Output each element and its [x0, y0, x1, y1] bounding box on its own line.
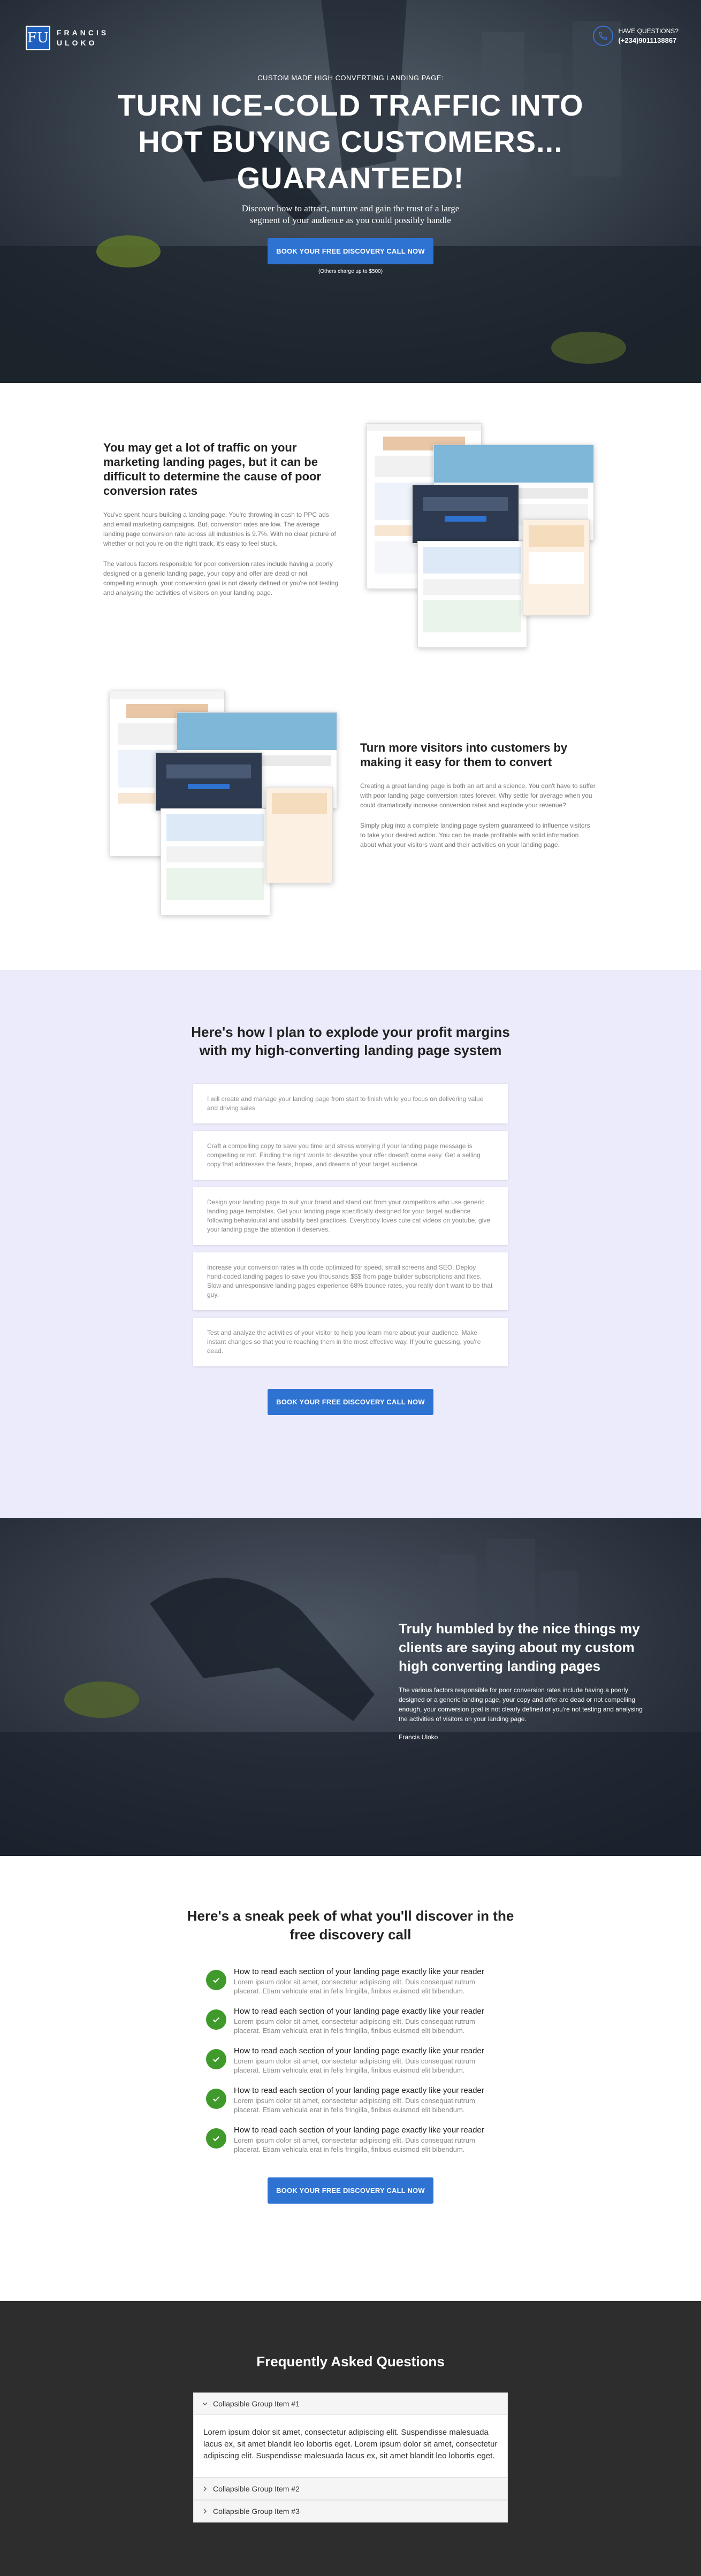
phone-icon	[592, 26, 613, 46]
faq-accordion: Collapsible Group Item #1 Lorem ipsum do…	[193, 2392, 508, 2523]
faq-item-3-header[interactable]: Collapsible Group Item #3	[193, 2500, 508, 2523]
feature-problem-p1: You've spent hours building a landing pa…	[103, 511, 336, 547]
check-icon	[206, 1970, 226, 1990]
hero-price-note: (Others charge up to $500)	[318, 269, 383, 274]
plan-card: I will create and manage your landing pa…	[193, 1084, 508, 1123]
testimonial-block: Truly humbled by the nice things my clie…	[399, 1619, 645, 1741]
hero-kicker: CUSTOM MADE HIGH CONVERTING LANDING PAGE…	[257, 74, 444, 82]
check-icon	[206, 2128, 226, 2149]
feature-problem-title: You may get a lot of traffic on your mar…	[103, 441, 322, 498]
list-item-desc: Lorem ipsum dolor sit amet, consectetur …	[234, 2057, 475, 2074]
logo-mark: FU	[26, 26, 50, 50]
mockup2-page-c	[155, 752, 262, 811]
contact-phone[interactable]: (+234)9011138867	[619, 36, 679, 45]
testimonial-title: Truly humbled by the nice things my clie…	[399, 1620, 640, 1674]
list-item-title: How to read each section of your landing…	[234, 2086, 484, 2095]
feature-problem-p2: The various factors responsible for poor…	[103, 560, 339, 597]
testimonial-quote: The various factors responsible for poor…	[399, 1686, 643, 1723]
logo[interactable]: FU FRANCIS ULOKO	[26, 26, 109, 50]
feature-problem: You may get a lot of traffic on your mar…	[103, 440, 339, 608]
faq-section: Frequently Asked Questions Collapsible G…	[0, 2301, 701, 2576]
plan-section: Here's how I plan to explode your profit…	[0, 970, 701, 1518]
mockup2-page-e	[266, 787, 333, 883]
plan-card: Increase your conversion rates with code…	[193, 1252, 508, 1310]
mockup-page-c	[412, 485, 519, 544]
list-item: How to read each section of your landing…	[206, 1967, 495, 1996]
feature-solution-p1: Creating a great landing page is both an…	[360, 782, 596, 809]
hero-section: FU FRANCIS ULOKO HAVE QUESTIONS? (+234)9…	[0, 0, 701, 383]
feature-solution: Turn more visitors into customers by mak…	[360, 740, 596, 860]
list-item-title: How to read each section of your landing…	[234, 1967, 484, 1976]
list-item-desc: Lorem ipsum dolor sit amet, consectetur …	[234, 2097, 475, 2114]
hero-subtitle: Discover how to attract, nurture and gai…	[241, 203, 460, 225]
mockup-page-d	[417, 541, 527, 648]
list-item: How to read each section of your landing…	[206, 2125, 495, 2154]
list-item-desc: Lorem ipsum dolor sit amet, consectetur …	[234, 2136, 475, 2153]
hero-cta-button[interactable]: BOOK YOUR FREE DISCOVERY CALL NOW	[268, 238, 433, 264]
check-icon	[206, 2049, 226, 2069]
list-item-desc: Lorem ipsum dolor sit amet, consectetur …	[234, 1978, 475, 1995]
feature-solution-title: Turn more visitors into customers by mak…	[360, 741, 568, 769]
list-item-title: How to read each section of your landing…	[234, 2007, 484, 2016]
faq-item-label: Collapsible Group Item #1	[213, 2399, 300, 2408]
mockup-page-e	[523, 519, 590, 616]
list-item: How to read each section of your landing…	[206, 2006, 495, 2035]
chevron-right-icon	[203, 2486, 207, 2491]
sneak-list: How to read each section of your landing…	[206, 1967, 495, 2154]
mockup2-page-d	[161, 808, 270, 915]
faq-item-label: Collapsible Group Item #2	[213, 2485, 300, 2493]
faq-item-label: Collapsible Group Item #3	[213, 2507, 300, 2516]
sneak-cta-button[interactable]: BOOK YOUR FREE DISCOVERY CALL NOW	[268, 2177, 433, 2204]
plan-card: Design your landing page to suit your br…	[193, 1187, 508, 1245]
feature-solution-p2: Simply plug into a complete landing page…	[360, 822, 590, 849]
header-contact[interactable]: HAVE QUESTIONS? (+234)9011138867	[592, 26, 679, 46]
sneak-title: Here's a sneak peek of what you'll disco…	[187, 1908, 514, 1943]
testimonial-author: Francis Uloko	[399, 1733, 438, 1741]
faq-item-1-body: Lorem ipsum dolor sit amet, consectetur …	[193, 2415, 508, 2478]
testimonial-section: Truly humbled by the nice things my clie…	[0, 1518, 701, 1856]
sneak-peek-section: Here's a sneak peek of what you'll disco…	[0, 1856, 701, 2301]
faq-item-1-header[interactable]: Collapsible Group Item #1	[193, 2392, 508, 2415]
landing-page-mockup-1	[367, 423, 597, 653]
plan-card: Craft a compelling copy to save you time…	[193, 1131, 508, 1180]
logo-line1: FRANCIS	[57, 28, 109, 37]
list-item-desc: Lorem ipsum dolor sit amet, consectetur …	[234, 2017, 475, 2035]
plan-card: Test and analyze the activities of your …	[193, 1318, 508, 1366]
check-icon	[206, 2089, 226, 2109]
list-item-title: How to read each section of your landing…	[234, 2126, 484, 2135]
plan-cta-button[interactable]: BOOK YOUR FREE DISCOVERY CALL NOW	[268, 1389, 433, 1415]
list-item-title: How to read each section of your landing…	[234, 2046, 484, 2055]
plan-title: Here's how I plan to explode your profit…	[191, 1024, 510, 1058]
faq-item-2-header[interactable]: Collapsible Group Item #2	[193, 2478, 508, 2500]
list-item: How to read each section of your landing…	[206, 2046, 495, 2075]
landing-page-mockup-2	[110, 691, 340, 921]
faq-title: Frequently Asked Questions	[256, 2353, 445, 2369]
plan-cards: I will create and manage your landing pa…	[193, 1084, 508, 1366]
hero-content: CUSTOM MADE HIGH CONVERTING LANDING PAGE…	[0, 74, 701, 274]
list-item: How to read each section of your landing…	[206, 2085, 495, 2114]
logo-line2: ULOKO	[57, 39, 97, 47]
chevron-down-icon	[202, 2402, 208, 2405]
contact-label: HAVE QUESTIONS?	[618, 27, 679, 35]
logo-text: FRANCIS ULOKO	[57, 28, 109, 48]
check-icon	[206, 2009, 226, 2030]
chevron-right-icon	[203, 2509, 207, 2514]
hero-title: Turn Ice-Cold Traffic Into Hot Buying Cu…	[117, 88, 584, 195]
features-section: You may get a lot of traffic on your mar…	[0, 383, 701, 970]
